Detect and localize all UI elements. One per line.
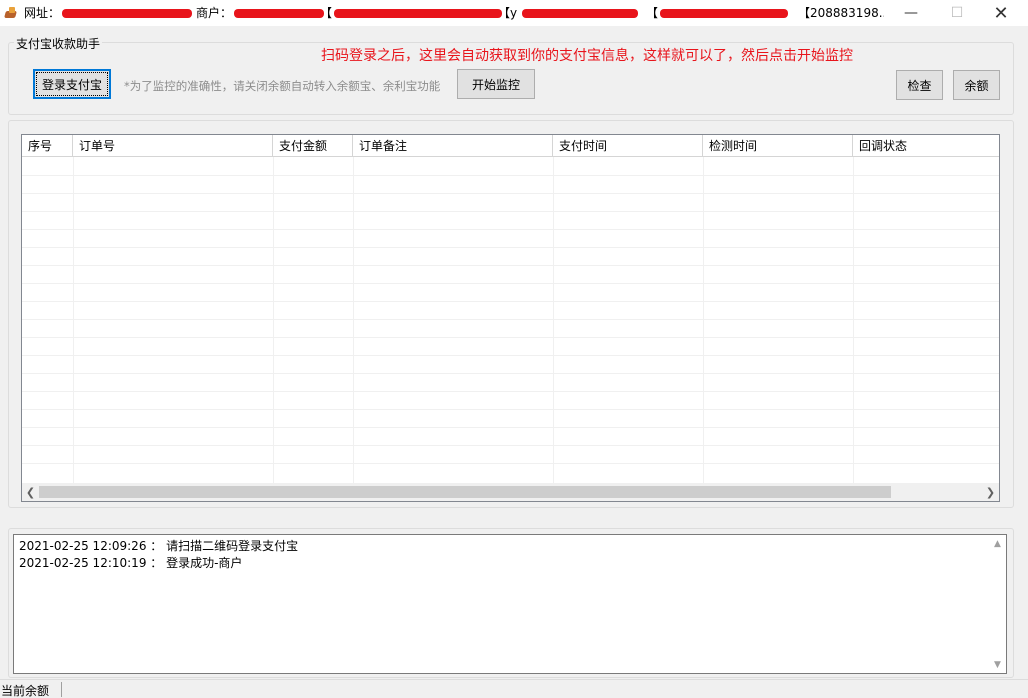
grid-line (22, 373, 999, 374)
redaction-mark (660, 9, 788, 18)
grid-line (22, 427, 999, 428)
status-separator (61, 682, 62, 697)
grid-line (22, 301, 999, 302)
redaction-mark (522, 9, 638, 18)
app-icon (4, 6, 18, 20)
status-panel (63, 682, 1023, 697)
grid-line (22, 175, 999, 176)
redaction-mark (234, 9, 324, 18)
start-monitor-button[interactable]: 开始监控 (457, 69, 535, 99)
grid-line (22, 265, 999, 266)
column-header[interactable]: 序号 (22, 135, 73, 157)
column-header[interactable]: 支付时间 (553, 135, 703, 157)
grid-line (22, 337, 999, 338)
log-line: 2021-02-25 12:09:26 ： 请扫描二维码登录支付宝 (19, 539, 299, 553)
scroll-down-icon[interactable]: ▼ (989, 656, 1006, 673)
current-balance-label: 当前余额 (1, 684, 50, 698)
grid-line (22, 229, 999, 230)
annotation-text: 扫码登录之后，这里会自动获取到你的支付宝信息，这样就可以了，然后点击开始监控 (321, 48, 853, 64)
grid-line (853, 157, 854, 483)
window-title: 网址： 商户： 【 【y 【 【208883198... (24, 0, 884, 26)
title-bar: 网址： 商户： 【 【y 【 【208883198... — ☐ ✕ (0, 0, 1028, 26)
scrollbar-thumb[interactable] (39, 486, 891, 498)
grid-line (22, 319, 999, 320)
grid-line (22, 193, 999, 194)
hint-text: *为了监控的准确性，请关闭余额自动转入余额宝、余利宝功能 (124, 79, 441, 93)
grid-line (703, 157, 704, 483)
vertical-scrollbar[interactable]: ▲ ▼ (989, 535, 1006, 673)
table-header: 序号 订单号 支付金额 订单备注 支付时间 检测时间 回调状态 (22, 135, 999, 157)
log-line: 2021-02-25 12:10:19 ： 登录成功-商户 (19, 556, 243, 570)
status-bar: 当前余额 (0, 679, 1028, 698)
maximize-button[interactable]: ☐ (934, 0, 980, 26)
balance-button[interactable]: 余额 (953, 70, 1000, 100)
log-textbox[interactable]: 2021-02-25 12:09:26 ： 请扫描二维码登录支付宝 2021-0… (13, 534, 1007, 674)
grid-line (73, 157, 74, 483)
grid-line (22, 409, 999, 410)
table-body (22, 157, 999, 483)
title-partner-id: 【208883198... (798, 6, 884, 20)
column-header[interactable]: 回调状态 (853, 135, 999, 157)
redaction-mark (62, 9, 192, 18)
column-header[interactable]: 检测时间 (703, 135, 853, 157)
minimize-button[interactable]: — (888, 0, 934, 26)
grid-line (22, 355, 999, 356)
title-email-bracket: 【 (646, 6, 659, 20)
grid-line (22, 283, 999, 284)
title-company-bracket: 【 (320, 6, 333, 20)
title-merchant-label: 商户： (196, 6, 233, 20)
close-button[interactable]: ✕ (978, 0, 1024, 26)
orders-table[interactable]: 序号 订单号 支付金额 订单备注 支付时间 检测时间 回调状态 ❮ ❯ (21, 134, 1000, 502)
column-header[interactable]: 支付金额 (273, 135, 353, 157)
grid-line (22, 463, 999, 464)
groupbox-title: 支付宝收款助手 (14, 35, 103, 52)
grid-line (22, 247, 999, 248)
column-header[interactable]: 订单号 (73, 135, 273, 157)
scroll-right-icon[interactable]: ❯ (982, 483, 999, 501)
horizontal-scrollbar[interactable]: ❮ ❯ (22, 483, 999, 501)
title-site-label: 网址： (24, 6, 61, 20)
grid-line (553, 157, 554, 483)
scroll-up-icon[interactable]: ▲ (989, 535, 1006, 552)
check-button[interactable]: 检查 (896, 70, 943, 100)
grid-line (22, 211, 999, 212)
grid-line (22, 391, 999, 392)
scroll-left-icon[interactable]: ❮ (22, 483, 39, 501)
login-alipay-button[interactable]: 登录支付宝 (33, 69, 111, 99)
grid-line (353, 157, 354, 483)
grid-line (273, 157, 274, 483)
title-user-bracket: 【y (498, 6, 518, 20)
redaction-mark (334, 9, 502, 18)
column-header[interactable]: 订单备注 (353, 135, 553, 157)
grid-line (22, 445, 999, 446)
